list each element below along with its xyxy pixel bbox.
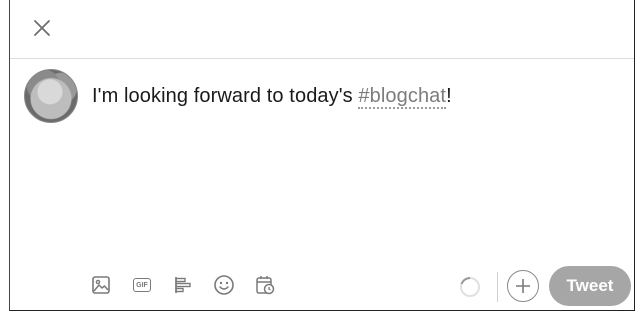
toolbar-divider <box>497 272 498 302</box>
tweet-text-after: ! <box>446 85 452 107</box>
gif-button[interactable]: GIF <box>131 274 153 296</box>
tweet-button[interactable]: Tweet <box>549 266 631 306</box>
gif-icon: GIF <box>133 278 151 292</box>
dialog-header <box>10 0 634 59</box>
compose-dialog: I'm looking forward to today's #blogchat… <box>9 0 635 311</box>
poll-icon <box>175 277 191 293</box>
hashtag-link[interactable]: #blogchat <box>358 85 447 109</box>
plus-icon <box>516 279 530 293</box>
schedule-icon <box>256 276 275 295</box>
close-icon <box>34 20 50 36</box>
tweet-text-before: I'm looking forward to today's <box>92 85 359 107</box>
emoji-button[interactable] <box>213 274 235 296</box>
compose-area: I'm looking forward to today's #blogchat… <box>10 59 634 259</box>
close-button[interactable] <box>30 16 54 40</box>
avatar <box>24 69 78 123</box>
compose-toolbar: GIF Tweet <box>10 266 634 306</box>
media-button[interactable] <box>90 274 112 296</box>
tweet-button-label: Tweet <box>566 276 614 295</box>
gif-label: GIF <box>136 281 148 289</box>
tweet-textarea[interactable]: I'm looking forward to today's #blogchat… <box>92 85 452 109</box>
character-count-ring <box>460 276 480 297</box>
add-tweet-button[interactable] <box>507 270 539 302</box>
poll-button[interactable] <box>172 274 194 296</box>
emoji-icon <box>214 275 234 295</box>
image-icon <box>92 276 110 294</box>
schedule-button[interactable] <box>254 274 276 296</box>
